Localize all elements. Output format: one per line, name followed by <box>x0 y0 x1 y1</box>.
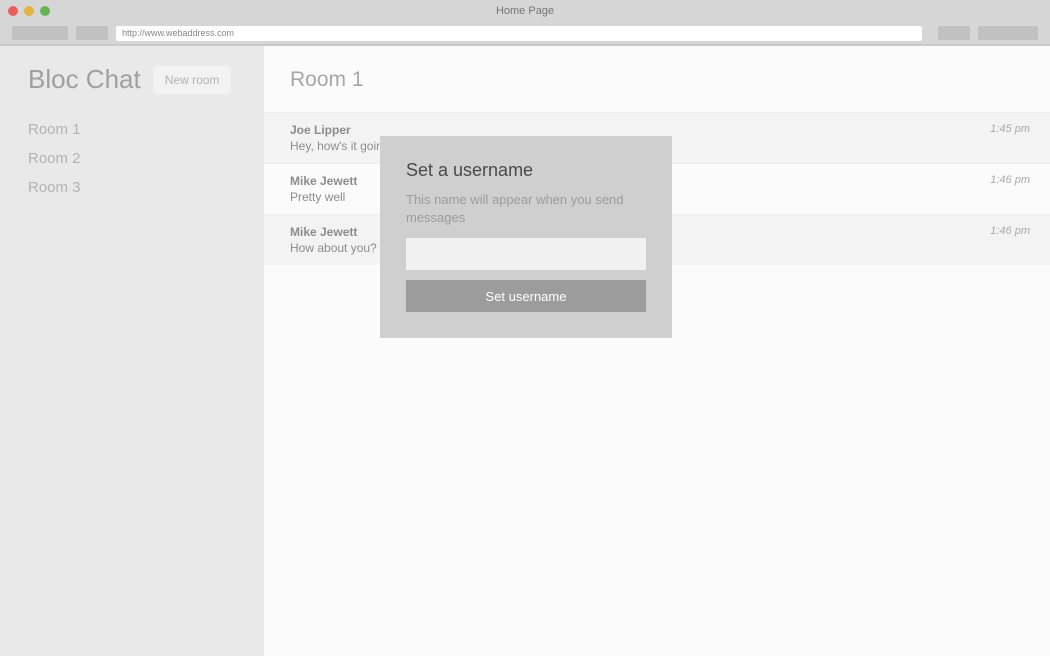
message-time: 1:45 pm <box>990 123 1030 135</box>
message-sender: Joe Lipper <box>290 123 396 137</box>
toolbar-button[interactable] <box>12 26 68 40</box>
sidebar: Bloc Chat New room Room 1 Room 2 Room 3 <box>0 46 264 656</box>
message-sender: Mike Jewett <box>290 225 377 239</box>
message-body: Mike Jewett Pretty well <box>290 174 357 204</box>
toolbar-button[interactable] <box>978 26 1038 40</box>
message-sender: Mike Jewett <box>290 174 357 188</box>
app-shell: Bloc Chat New room Room 1 Room 2 Room 3 … <box>0 46 1050 656</box>
new-room-button[interactable]: New room <box>153 66 232 94</box>
message-time: 1:46 pm <box>990 174 1030 186</box>
address-bar[interactable]: http://www.webaddress.com <box>116 26 922 41</box>
sidebar-item-room[interactable]: Room 1 <box>0 115 264 144</box>
sidebar-item-room[interactable]: Room 2 <box>0 144 264 173</box>
sidebar-header: Bloc Chat New room <box>0 64 264 95</box>
message-time: 1:46 pm <box>990 225 1030 237</box>
window-chrome: Home Page <box>0 0 1050 22</box>
username-input[interactable] <box>406 238 646 270</box>
message-text: Pretty well <box>290 190 357 204</box>
toolbar-button[interactable] <box>76 26 108 40</box>
modal-title: Set a username <box>406 160 646 181</box>
message-body: Mike Jewett How about you? <box>290 225 377 255</box>
message-text: How about you? <box>290 241 377 255</box>
room-list: Room 1 Room 2 Room 3 <box>0 115 264 202</box>
app-name: Bloc Chat <box>28 64 141 95</box>
username-modal: Set a username This name will appear whe… <box>380 136 672 338</box>
room-title: Room 1 <box>264 46 1050 112</box>
browser-toolbar: http://www.webaddress.com <box>0 22 1050 44</box>
toolbar-button[interactable] <box>938 26 970 40</box>
sidebar-item-room[interactable]: Room 3 <box>0 173 264 202</box>
main-panel: Room 1 Joe Lipper Hey, how's it going? 1… <box>264 46 1050 656</box>
modal-description: This name will appear when you send mess… <box>406 191 646 226</box>
window-title: Home Page <box>0 5 1050 17</box>
set-username-button[interactable]: Set username <box>406 280 646 312</box>
